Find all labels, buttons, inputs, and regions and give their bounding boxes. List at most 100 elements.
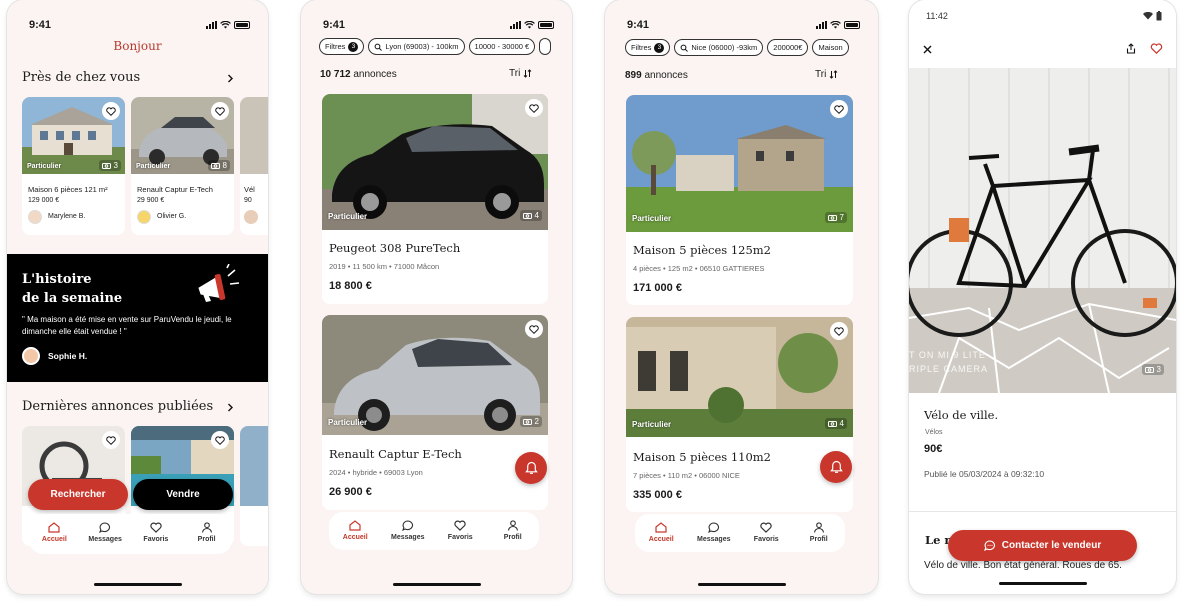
- camera-icon: [101, 163, 111, 169]
- heart-icon[interactable]: [1150, 43, 1163, 54]
- share-icon[interactable]: [1126, 43, 1136, 54]
- camera-icon: [827, 215, 837, 221]
- listing-card[interactable]: Particulier 4 Maison 5 pièces 110m2 7 pi…: [626, 317, 853, 512]
- contact-seller-button[interactable]: Contacter le vendeur: [948, 530, 1137, 561]
- listing-photo: [240, 97, 268, 174]
- listing-description: Vélo de ville. Bon état général. Roues d…: [924, 560, 1122, 571]
- photo-count: 3: [98, 160, 121, 171]
- listing-price: 129 000 €: [28, 197, 60, 204]
- favorite-button[interactable]: [211, 102, 229, 120]
- alert-button[interactable]: [820, 451, 852, 483]
- filter-count-badge: 3: [348, 41, 359, 52]
- wifi-icon: [1143, 12, 1153, 20]
- tab-bar: Accueil Messages Favoris Profil: [635, 514, 845, 552]
- listing-card[interactable]: Particulier 3 Maison 6 pièces 121 m² 129…: [22, 97, 125, 235]
- home-icon: [48, 522, 60, 533]
- sell-button[interactable]: Vendre: [133, 479, 233, 510]
- listing-price: 26 900 €: [329, 486, 372, 498]
- listing-card[interactable]: [240, 426, 268, 546]
- listing-card[interactable]: Particulier 4 Peugeot 308 PureTech 2019 …: [322, 94, 548, 304]
- listing-card[interactable]: Particulier 7 Maison 5 pièces 125m2 4 pi…: [626, 95, 853, 305]
- filters-chip[interactable]: Filtres 3: [319, 38, 365, 55]
- tab-messages[interactable]: Messages: [80, 514, 130, 543]
- listing-price: 29 900 €: [137, 197, 165, 204]
- story-banner[interactable]: L'histoire de la semaine " Ma maison a é…: [7, 254, 268, 382]
- price-chip[interactable]: 10000 - 30000 €: [468, 38, 536, 55]
- story-author: Sophie H.: [48, 351, 88, 361]
- close-icon[interactable]: [923, 45, 932, 54]
- heart-icon: [834, 326, 844, 336]
- sort-icon: [829, 70, 838, 79]
- sort-button[interactable]: Tri: [509, 68, 532, 79]
- chat-icon: [401, 520, 413, 531]
- tab-profile[interactable]: Profil: [182, 514, 232, 543]
- chevron-right-icon[interactable]: [227, 74, 234, 83]
- tab-bar: Accueil Messages Favoris Profil: [329, 512, 539, 550]
- listing-title: Vél: [244, 185, 255, 194]
- megaphone-icon: [198, 264, 240, 302]
- tab-messages[interactable]: Messages: [383, 512, 433, 541]
- heart-icon: [106, 435, 116, 445]
- tab-home[interactable]: Accueil: [636, 514, 686, 543]
- home-indicator: [999, 582, 1087, 585]
- favorite-button[interactable]: [102, 431, 120, 449]
- camera-icon: [522, 213, 532, 219]
- listing-photo[interactable]: T ON MI 9 LITE RIPLE CAMERA 3: [909, 68, 1176, 393]
- listing-price: 90: [244, 197, 252, 204]
- tab-favorites[interactable]: Favoris: [741, 514, 791, 543]
- battery-icon: [844, 21, 860, 29]
- screen-results-houses: 9:41 Filtres 3 Nice (06000) -93km 200000€…: [605, 0, 878, 594]
- price-chip[interactable]: 200000€: [767, 39, 809, 56]
- favorite-button[interactable]: [525, 99, 543, 117]
- greeting: Bonjour: [113, 39, 162, 53]
- favorite-button[interactable]: [830, 100, 848, 118]
- more-chip[interactable]: [539, 38, 552, 55]
- property-type-chip[interactable]: Maison: [812, 39, 849, 56]
- listing-card[interactable]: Particulier 2 Renault Captur E-Tech 2024…: [322, 315, 548, 510]
- favorite-button[interactable]: [102, 102, 120, 120]
- tab-profile[interactable]: Profil: [794, 514, 844, 543]
- listing-price: 335 000 €: [633, 489, 682, 501]
- screen-home: 9:41 Bonjour Près de chez vous Particuli…: [7, 0, 268, 594]
- heart-icon: [529, 324, 539, 334]
- chevron-right-icon[interactable]: [227, 403, 234, 412]
- avatar: [244, 210, 258, 224]
- tab-home[interactable]: Accueil: [330, 512, 380, 541]
- location-chip[interactable]: Lyon (69003) - 100km: [368, 38, 465, 55]
- status-bar: 9:41: [323, 18, 554, 32]
- photo-count: 2: [519, 416, 542, 427]
- filter-chips: Filtres 3 Lyon (69003) - 100km 10000 - 30…: [319, 38, 572, 55]
- alert-button[interactable]: [515, 452, 547, 484]
- results-count: 10 712 annonces: [320, 69, 397, 80]
- favorite-button[interactable]: [525, 320, 543, 338]
- location-chip[interactable]: Nice (06000) -93km: [674, 39, 764, 56]
- location-icon: [375, 43, 383, 51]
- listing-title: Vélo de ville.: [924, 408, 999, 422]
- tab-messages[interactable]: Messages: [689, 514, 739, 543]
- section-title-latest: Dernières annonces publiées: [22, 399, 214, 414]
- tab-profile[interactable]: Profil: [488, 512, 538, 541]
- user-icon: [507, 520, 518, 531]
- listing-card[interactable]: Particulier 8 Renault Captur E-Tech 29 9…: [131, 97, 234, 235]
- tab-favorites[interactable]: Favoris: [131, 514, 181, 543]
- status-time: 11:42: [926, 11, 948, 21]
- home-indicator: [697, 583, 786, 586]
- status-bar: 9:41: [29, 18, 250, 32]
- tab-favorites[interactable]: Favoris: [435, 512, 485, 541]
- sort-button[interactable]: Tri: [815, 69, 838, 80]
- status-bar: 9:41: [627, 18, 860, 32]
- listing-photo: [322, 94, 548, 230]
- seller-type-badge: Particulier: [328, 418, 368, 427]
- listing-meta: 2019 • 11 500 km • 71000 Mâcon: [329, 262, 440, 271]
- listing-card[interactable]: Vél 90: [240, 97, 268, 235]
- search-button[interactable]: Rechercher: [28, 479, 128, 510]
- tab-home[interactable]: Accueil: [29, 514, 79, 543]
- results-count: 899 annonces: [625, 70, 688, 81]
- battery-icon: [234, 21, 250, 29]
- listing-price: 18 800 €: [329, 280, 372, 292]
- favorite-button[interactable]: [830, 322, 848, 340]
- favorite-button[interactable]: [211, 431, 229, 449]
- bicycle-photo: [909, 68, 1176, 393]
- filters-chip[interactable]: Filtres 3: [625, 39, 671, 56]
- seller-type-badge: Particulier: [632, 420, 672, 429]
